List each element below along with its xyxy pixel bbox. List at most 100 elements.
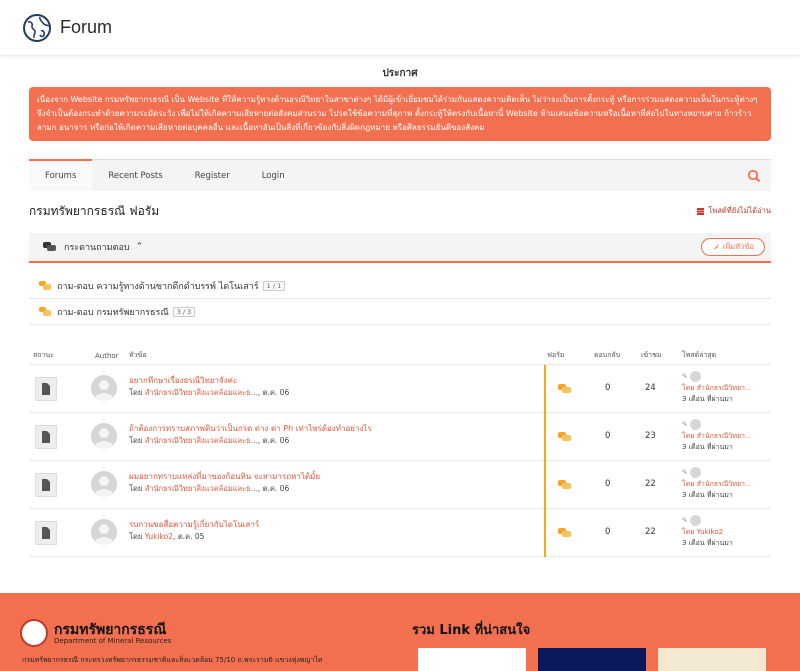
topic-date: ต.ค. 06 [262, 484, 290, 493]
view-count: 22 [645, 527, 656, 537]
board-bar: กระดานถามตอบ ⌃ เพิ่มหัวข้อ [29, 233, 771, 263]
topic-date: ต.ค. 06 [262, 388, 290, 397]
announcement-text: เนื่องจาก Website กรมทรัพยากรธรณี เป็น W… [37, 95, 758, 132]
avatar[interactable] [91, 423, 117, 449]
avatar[interactable] [690, 515, 702, 526]
subforum-list: ถาม-ตอบ ความรู้ทางด้านซากดึกดำบรรพ์ ไดโน… [29, 273, 771, 325]
new-topic-button[interactable]: เพิ่มหัวข้อ [700, 238, 765, 256]
footer-org-en: Department of Mineral Resources [54, 637, 172, 645]
last-post-cell: ✎ โดย สำนักธรณีวิทยา.. 3 เดือน ที่ผ่านมา [682, 467, 749, 501]
col-topic: หัวข้อ [129, 351, 147, 359]
topic-title-link[interactable]: ผมอยากทราบแหล่งที่มาของก้อนหิน จะสามารถห… [129, 470, 320, 483]
chevron-up-icon[interactable]: ⌃ [136, 242, 144, 252]
col-last-post: โพสต์ล่าสุด [682, 351, 717, 359]
last-post-author-link[interactable]: Yukiko2 [697, 528, 723, 536]
forum-icon-cell[interactable] [544, 365, 571, 413]
col-forum: ฟอรัม [547, 351, 565, 359]
last-post-author-link[interactable]: สำนักธรณีวิทยา.. [697, 480, 750, 488]
by-label: โดย [682, 431, 695, 440]
nav-login[interactable]: Login [246, 160, 301, 192]
topic-date: ต.ค. 05 [177, 532, 205, 541]
topic-date: ต.ค. 06 [262, 436, 290, 445]
by-label: โดย [682, 479, 695, 488]
avatar[interactable] [91, 375, 117, 401]
forum-icon-cell[interactable] [544, 461, 571, 509]
topic-title-link[interactable]: ถ้าต้องการทราบสภาพดินว่าเป็นกรด ด่าง ค่า… [129, 422, 372, 435]
nav-forums[interactable]: Forums [29, 158, 93, 191]
topic-author-link[interactable]: สำนักธรณีวิทยาสิ่งแวดล้อมและธ... [145, 484, 258, 493]
last-post-cell: ✎ โดย สำนักธรณีวิทยา.. 3 เดือน ที่ผ่านมา [682, 371, 749, 405]
subforum-item[interactable]: ถาม-ตอบ ความรู้ทางด้านซากดึกดำบรรพ์ ไดโน… [29, 273, 771, 299]
last-post-time: 3 เดือน ที่ผ่านมา [682, 538, 733, 547]
comments-icon [558, 528, 571, 537]
document-icon [35, 521, 57, 545]
avatar[interactable] [690, 371, 702, 382]
topic-author-link[interactable]: สำนักธรณีวิทยาสิ่งแวดล้อมและธ... [145, 388, 258, 397]
link-banner[interactable] [658, 648, 766, 671]
topics-table: สถานะ Author หัวข้อ ฟอรัม ตอบกลับ เข้าชม… [29, 347, 771, 557]
last-post-author-link[interactable]: สำนักธรณีวิทยา.. [697, 432, 750, 440]
site-footer: กรมทรัพยากรธรณี Department of Mineral Re… [0, 593, 800, 671]
globe-logo-icon[interactable] [22, 13, 52, 43]
unread-posts-label: โพสต์ที่ยังไม่ได้อ่าน [708, 206, 771, 215]
subforum-name[interactable]: ถาม-ตอบ กรมทรัพยากรธรณี [57, 305, 169, 319]
by-label: โดย [129, 532, 143, 541]
feather-icon [712, 244, 719, 250]
last-post-cell: ✎ โดย สำนักธรณีวิทยา.. 3 เดือน ที่ผ่านมา [682, 419, 749, 453]
last-post-time: 3 เดือน ที่ผ่านมา [682, 490, 733, 499]
document-icon [35, 473, 57, 497]
last-post-author-link[interactable]: สำนักธรณีวิทยา.. [697, 384, 750, 392]
site-header: Forum [0, 0, 800, 56]
department-logo [20, 619, 48, 647]
last-post-time: 3 เดือน ที่ผ่านมา [682, 394, 733, 403]
avatar[interactable] [91, 471, 117, 497]
forum-icon-cell[interactable] [544, 509, 571, 557]
forum-title: กรมทรัพยากรธรณี ฟอรัม [29, 203, 160, 218]
by-label: โดย [682, 383, 695, 392]
col-views: เข้าชม [641, 351, 662, 359]
col-replies: ตอบกลับ [594, 351, 621, 359]
subforum-name[interactable]: ถาม-ตอบ ความรู้ทางด้านซากดึกดำบรรพ์ ไดโน… [57, 279, 259, 293]
feather-icon: ✎ [682, 372, 688, 381]
forum-icon-cell[interactable] [544, 413, 571, 461]
forum-nav: Forums Recent Posts Register Login [29, 158, 771, 192]
last-post-time: 3 เดือน ที่ผ่านมา [682, 442, 733, 451]
table-row: ผมอยากทราบแหล่งที่มาของก้อนหิน จะสามารถห… [29, 461, 771, 509]
search-icon[interactable] [747, 169, 761, 183]
footer-address: กรมทรัพยากรธรณี กระทรวงทรัพยากรธรรมชาติแ… [22, 656, 323, 664]
by-label: โดย [682, 527, 695, 536]
avatar[interactable] [91, 519, 117, 545]
document-icon [35, 377, 57, 401]
comments-icon [558, 432, 571, 441]
link-banner[interactable] [418, 648, 526, 671]
comments-icon [39, 307, 51, 316]
topic-author-link[interactable]: สำนักธรณีวิทยาสิ่งแวดล้อมและธ... [145, 436, 258, 445]
stack-icon [697, 207, 705, 215]
reply-count: 0 [605, 431, 611, 441]
table-header: สถานะ Author หัวข้อ ฟอรัม ตอบกลับ เข้าชม… [29, 347, 771, 365]
nav-recent-posts[interactable]: Recent Posts [92, 160, 178, 192]
last-post-cell: ✎ โดย Yukiko2 3 เดือน ที่ผ่านมา [682, 515, 733, 549]
link-banner[interactable] [538, 648, 646, 671]
topic-author-link[interactable]: Yukiko2 [145, 532, 173, 541]
subforum-item[interactable]: ถาม-ตอบ กรมทรัพยากรธรณี 3 / 3 [29, 299, 771, 325]
announcement-title: ประกาศ [382, 68, 418, 79]
avatar[interactable] [690, 419, 702, 430]
comments-icon [39, 281, 51, 290]
by-label: โดย [129, 484, 143, 493]
topic-title-link[interactable]: รบกวนขอสื่อความรู้เกี่ยวกับไดโนเสาร์ [129, 518, 259, 531]
unread-posts-link[interactable]: โพสต์ที่ยังไม่ได้อ่าน [696, 205, 771, 217]
avatar[interactable] [690, 467, 702, 478]
nav-register[interactable]: Register [179, 160, 246, 192]
subforum-pages: 3 / 3 [172, 306, 196, 317]
view-count: 24 [645, 383, 656, 393]
brand-title[interactable]: Forum [60, 17, 112, 38]
comments-icon [558, 384, 571, 393]
table-row: รบกวนขอสื่อความรู้เกี่ยวกับไดโนเสาร์ โดย… [29, 509, 771, 557]
topic-title-link[interactable]: อยากทึกษาเรื่องธรณีวิทยาจังค่ะ [129, 374, 237, 387]
board-label[interactable]: กระดานถามตอบ [64, 240, 130, 254]
reply-count: 0 [605, 383, 611, 393]
col-author: Author [95, 351, 119, 360]
topic-meta: โดย สำนักธรณีวิทยาสิ่งแวดล้อมและธ..., ต.… [129, 484, 290, 493]
reply-count: 0 [605, 527, 611, 537]
